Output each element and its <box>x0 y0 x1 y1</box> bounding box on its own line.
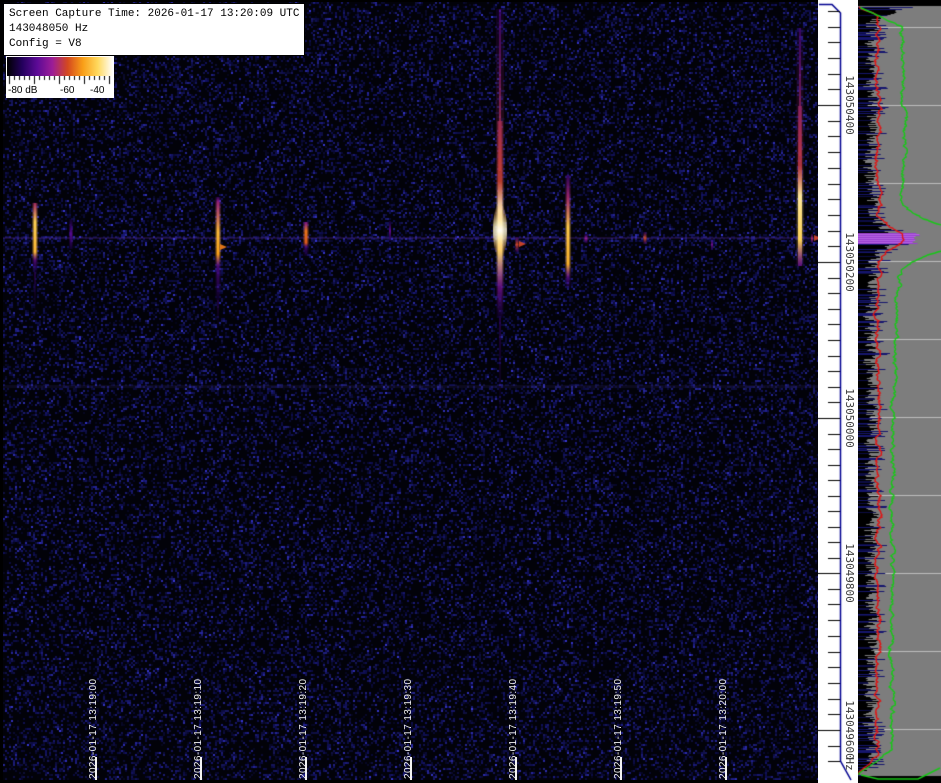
screen-capture: 2026-01-17 13:19:00 2026-01-17 13:19:10 20… <box>0 0 941 783</box>
color-scale-legend: -80 dB -60 -40 <box>6 56 114 98</box>
info-box: Screen Capture Time: 2026-01-17 13:20:09… <box>3 3 306 56</box>
db-mid-label: -60 <box>60 85 75 96</box>
waterfall-spectrogram-canvas <box>3 2 818 780</box>
frequency-axis-canvas <box>818 0 858 783</box>
intensity-scale-ticks <box>7 76 111 85</box>
intensity-scale-labels: -80 dB -60 -40 <box>7 85 113 97</box>
db-min-label: -80 dB <box>8 85 38 96</box>
spectrum-panel-canvas <box>858 0 941 783</box>
intensity-gradient-bar <box>7 57 113 76</box>
frequency-readout-text: 143048050 Hz <box>9 23 89 35</box>
config-readout-text: Config = V8 <box>9 38 82 50</box>
db-max-label: -40 <box>90 85 105 96</box>
capture-time-text: Screen Capture Time: 2026-01-17 13:20:09… <box>9 8 300 20</box>
